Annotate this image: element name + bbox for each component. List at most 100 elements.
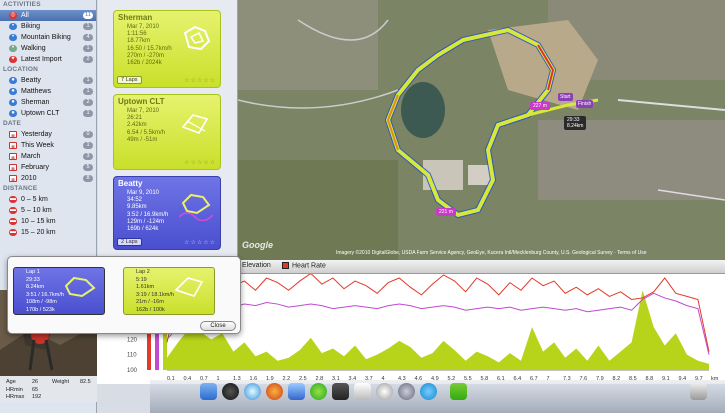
count-badge: 8 <box>83 175 93 182</box>
lap-route-thumbnail <box>64 276 96 298</box>
bike-icon: • <box>9 23 17 30</box>
elevation-marker[interactable]: 227 m <box>530 102 550 110</box>
sidebar-item-2010[interactable]: ▦ 2010 8 <box>0 173 96 184</box>
sidebar-item-beatty[interactable]: ● Beatty 1 <box>0 75 96 86</box>
google-logo: Google <box>242 240 273 250</box>
rating-stars[interactable]: ☆☆☆☆☆ <box>184 239 216 246</box>
sidebar-item-all[interactable]: ◎ All 11 <box>0 10 96 21</box>
ruler-icon: ▬ <box>9 196 17 203</box>
start-marker[interactable]: Start <box>558 93 573 101</box>
count-badge: 1 <box>83 88 93 95</box>
hrmin-value: 65 <box>32 387 39 393</box>
sidebar-item-yesterday[interactable]: ▦ Yesterday 0 <box>0 129 96 140</box>
card-heart: 169b / 624k <box>127 226 159 233</box>
ruler-icon: ▬ <box>9 229 17 236</box>
sidebar-item-uptown-clt[interactable]: ● Uptown CLT 1 <box>0 108 96 119</box>
ruler-icon: ▬ <box>9 218 17 225</box>
weight-value: 82.5 <box>80 379 91 385</box>
ruler-icon: ▬ <box>9 207 17 214</box>
hrmax-value: 192 <box>32 394 42 400</box>
count-badge: 5 <box>83 164 93 171</box>
calendar-icon: ▦ <box>9 142 17 149</box>
y-tick-label: 110 <box>127 353 137 359</box>
bike-icon: • <box>9 34 17 41</box>
sidebar-item-march[interactable]: ▦ March 3 <box>0 151 96 162</box>
clock-icon[interactable] <box>376 383 393 400</box>
lap-info-marker[interactable]: 29:33 8.24km <box>564 116 587 130</box>
itunes-icon[interactable] <box>288 383 305 400</box>
rating-stars[interactable]: ☆☆☆☆☆ <box>184 159 216 166</box>
sidebar-item-latest-import[interactable]: ✦ Latest Import 2 <box>0 54 96 65</box>
lap-card-2[interactable]: Lap 2 5:19 1.61km 3:19 / 18.1km/h 21m / … <box>123 267 215 315</box>
sidebar-item-5-10km[interactable]: ▬ 5 – 10 km <box>0 205 96 216</box>
close-button[interactable]: Close <box>200 321 236 331</box>
age-label: Age <box>6 379 16 385</box>
count-badge: 11 <box>83 12 93 19</box>
activity-card-sherman[interactable]: Sherman Mar 7, 2010 1:11:56 18.77km 16.5… <box>113 10 221 88</box>
calendar-icon: ▦ <box>9 153 17 160</box>
lap-route-thumbnail <box>174 277 204 297</box>
count-badge: 0 <box>83 131 93 138</box>
safari-icon[interactable] <box>244 383 261 400</box>
trash-icon[interactable] <box>690 383 707 400</box>
lap-heart: 170b / 523k <box>26 306 55 313</box>
sidebar-item-0-5km[interactable]: ▬ 0 – 5 km <box>0 194 96 205</box>
sidebar-item-matthews[interactable]: ● Matthews 1 <box>0 86 96 97</box>
rating-stars[interactable]: ☆☆☆☆☆ <box>184 77 216 84</box>
target-icon: ◎ <box>9 12 17 19</box>
elevation-tab[interactable]: Elevation <box>242 262 271 269</box>
location-icon: ● <box>9 110 17 117</box>
activity-card-beatty[interactable]: Beatty Mar 9, 2010 34:52 9.85km 3:52 / 1… <box>113 176 221 250</box>
dashboard-icon[interactable] <box>222 383 239 400</box>
route-thumbnail <box>178 193 214 221</box>
android-icon[interactable] <box>450 383 467 400</box>
count-badge: 1 <box>83 110 93 117</box>
section-activities: ACTIVITIES <box>3 1 41 8</box>
sidebar-item-10-15km[interactable]: ▬ 10 – 15 km <box>0 216 96 227</box>
walking-icon: • <box>9 45 17 52</box>
skype-icon[interactable] <box>420 383 437 400</box>
sidebar-item-february[interactable]: ▦ February 5 <box>0 162 96 173</box>
series-line-heart-rate <box>166 274 710 352</box>
series-area-elevation <box>167 290 709 370</box>
activity-card-uptown-clt[interactable]: Uptown CLT Mar 7, 2010 26:21 2.42km 6.54… <box>113 94 221 170</box>
y-tick-label: 100 <box>127 368 138 374</box>
satellite-map[interactable]: 227 m 221 m Start Finish 29:33 8.24km Goo… <box>238 0 725 260</box>
count-badge: 1 <box>83 77 93 84</box>
sidebar-item-biking[interactable]: • Biking 1 <box>0 21 96 32</box>
map-copyright: Imagery ©2010 DigitalGlobe, USDA Farm Se… <box>336 250 647 256</box>
laps-button[interactable]: 7 Laps <box>117 76 142 84</box>
firefox-icon[interactable] <box>266 383 283 400</box>
laps-button[interactable]: 2 Laps <box>117 238 142 246</box>
sidebar-item-walking[interactable]: • Walking 1 <box>0 43 96 54</box>
route-thumbnail <box>181 114 209 134</box>
section-distance: DISTANCE <box>3 185 38 192</box>
route-thumbnail <box>183 25 211 51</box>
calendar-icon: ▦ <box>9 164 17 171</box>
count-badge: 1 <box>83 45 93 52</box>
section-date: DATE <box>3 120 22 127</box>
hrmin-label: HRmin <box>6 387 23 393</box>
sidebar-item-sherman[interactable]: ● Sherman 2 <box>0 97 96 108</box>
hrmax-label: HRmax <box>6 394 25 400</box>
count-badge: 4 <box>83 34 93 41</box>
star-icon: ✦ <box>9 56 17 63</box>
lap-heart: 162b / 100k <box>136 306 165 313</box>
sidebar-item-mountain-biking[interactable]: • Mountain Biking 4 <box>0 32 96 43</box>
count-badge: 1 <box>83 23 93 30</box>
finish-marker[interactable]: Finish <box>576 100 594 108</box>
finder-icon[interactable] <box>200 383 217 400</box>
lap-card-1[interactable]: Lap 1 29:33 8.24km 3:51 / 16.7km/h 108m … <box>13 267 105 315</box>
settings-icon[interactable] <box>398 383 415 400</box>
athlete-stats: Age 26 Weight 82.5 HRmin 65 HRmax 192 <box>0 376 97 402</box>
bars-icon[interactable] <box>354 383 371 400</box>
spotify-icon[interactable] <box>310 383 327 400</box>
dock <box>150 380 725 413</box>
count-badge: 1 <box>83 142 93 149</box>
heart-rate-tab[interactable]: Heart Rate <box>282 262 326 269</box>
elevation-marker[interactable]: 221 m <box>436 208 456 216</box>
app-icon[interactable] <box>332 383 349 400</box>
sidebar-item-15-20km[interactable]: ▬ 15 – 20 km <box>0 227 96 238</box>
sidebar-item-this-week[interactable]: ▦ This Week 1 <box>0 140 96 151</box>
laps-popup: Lap 1 29:33 8.24km 3:51 / 16.7km/h 108m … <box>7 256 241 334</box>
